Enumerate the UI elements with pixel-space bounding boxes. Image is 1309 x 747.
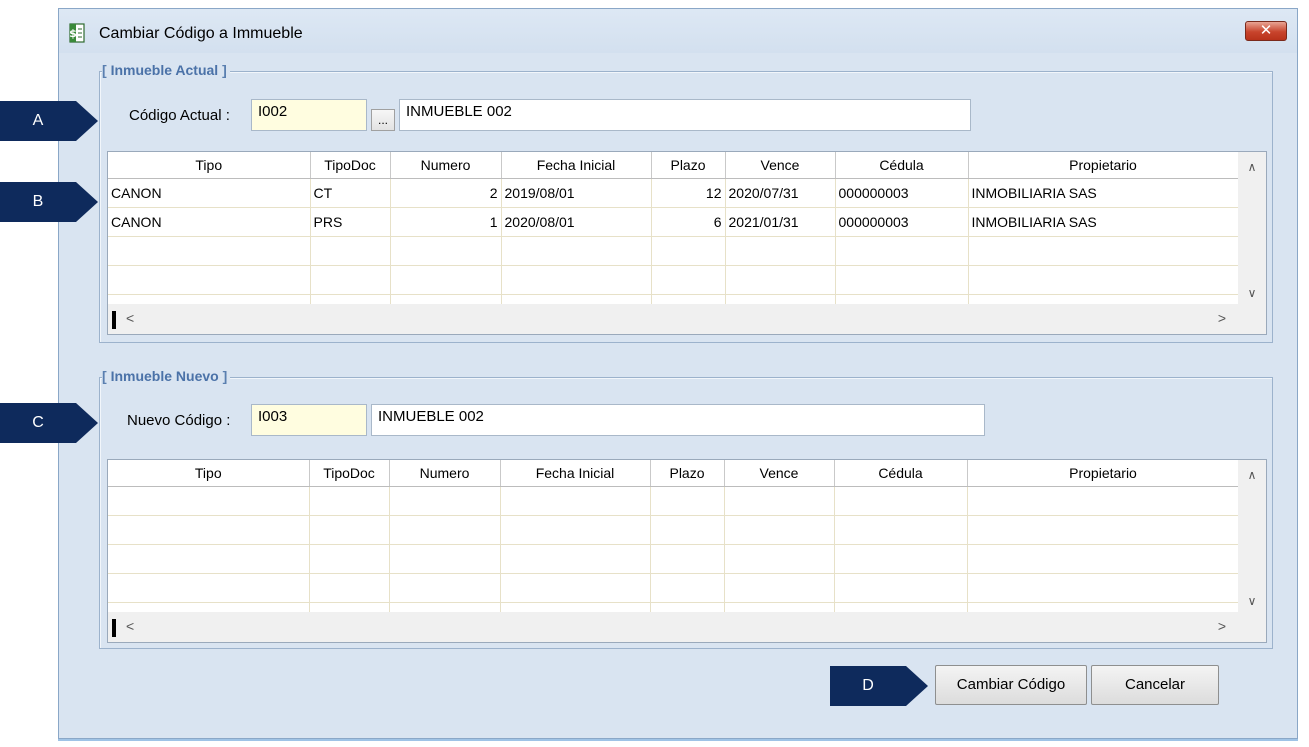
column-header[interactable]: TipoDoc — [309, 460, 390, 487]
cell-vence: 2021/01/31 — [725, 207, 836, 237]
new-code-label: Nuevo Código : — [127, 412, 231, 429]
empty-row[interactable] — [108, 544, 1240, 574]
cell-numero: 2 — [390, 178, 502, 208]
new-name-input[interactable]: INMUEBLE 002 — [371, 404, 985, 436]
column-header[interactable]: Propietario — [968, 152, 1239, 179]
column-header[interactable]: TipoDoc — [310, 152, 391, 179]
row-indicator — [112, 311, 116, 329]
empty-row[interactable] — [108, 265, 1239, 295]
column-header[interactable]: Tipo — [108, 460, 310, 487]
column-header[interactable]: Cédula — [835, 152, 969, 179]
cell-tipo: CANON — [108, 178, 311, 208]
column-header[interactable]: Fecha Inicial — [501, 152, 652, 179]
scroll-left-icon[interactable]: < — [126, 618, 134, 634]
vertical-scrollbar[interactable]: ∧ ∨ — [1238, 152, 1266, 304]
change-code-button[interactable]: Cambiar Código — [935, 665, 1087, 705]
current-name-input[interactable]: INMUEBLE 002 — [399, 99, 971, 131]
callout-c: C — [0, 403, 98, 443]
scroll-down-icon[interactable]: ∨ — [1238, 594, 1266, 608]
cell-plazo: 12 — [651, 178, 726, 208]
new-movements-grid[interactable]: Tipo TipoDoc Numero Fecha Inicial Plazo … — [107, 459, 1267, 643]
column-header[interactable]: Vence — [725, 152, 836, 179]
document-dollar-icon: $ — [69, 23, 85, 43]
new-grid-header: Tipo TipoDoc Numero Fecha Inicial Plazo … — [108, 460, 1240, 487]
current-grid-header: Tipo TipoDoc Numero Fecha Inicial Plazo … — [108, 152, 1239, 179]
close-button[interactable]: ✕ — [1245, 21, 1287, 41]
column-header[interactable]: Numero — [390, 152, 502, 179]
cancel-button[interactable]: Cancelar — [1091, 665, 1219, 705]
cell-fecha-inicial: 2019/08/01 — [501, 178, 652, 208]
cell-fecha-inicial: 2020/08/01 — [501, 207, 652, 237]
column-header[interactable]: Vence — [724, 460, 835, 487]
window-title: Cambiar Código a Immueble — [99, 25, 303, 42]
empty-row[interactable] — [108, 486, 1240, 516]
callout-d: D — [830, 666, 928, 706]
table-row[interactable]: CANON PRS 1 2020/08/01 6 2021/01/31 0000… — [108, 207, 1239, 237]
column-header[interactable]: Propietario — [967, 460, 1240, 487]
callout-a: A — [0, 101, 98, 141]
new-code-input[interactable]: I003 — [251, 404, 367, 436]
column-header[interactable]: Plazo — [650, 460, 725, 487]
scroll-right-icon[interactable]: > — [1218, 310, 1226, 326]
cell-numero: 1 — [390, 207, 502, 237]
column-header[interactable]: Numero — [389, 460, 501, 487]
scroll-up-icon[interactable]: ∧ — [1238, 160, 1266, 174]
table-row[interactable]: CANON CT 2 2019/08/01 12 2020/07/31 0000… — [108, 178, 1239, 208]
cell-tipodoc: CT — [310, 178, 391, 208]
new-grid-table: Tipo TipoDoc Numero Fecha Inicial Plazo … — [108, 460, 1240, 632]
empty-row[interactable] — [108, 573, 1240, 603]
column-header[interactable]: Plazo — [651, 152, 726, 179]
column-header[interactable]: Fecha Inicial — [500, 460, 651, 487]
scroll-right-icon[interactable]: > — [1218, 618, 1226, 634]
current-code-label: Código Actual : — [129, 107, 230, 124]
close-icon: ✕ — [1259, 21, 1273, 39]
column-header[interactable]: Cédula — [834, 460, 968, 487]
dialog-window: $ Cambiar Código a Immueble ✕ [ Inmueble… — [58, 8, 1298, 739]
row-indicator — [112, 619, 116, 637]
current-code-input[interactable]: I002 — [251, 99, 367, 131]
new-property-group-title: [ Inmueble Nuevo ] — [102, 368, 231, 384]
current-grid-table: Tipo TipoDoc Numero Fecha Inicial Plazo … — [108, 152, 1239, 324]
horizontal-scrollbar[interactable]: < > — [108, 612, 1266, 642]
empty-row[interactable] — [108, 236, 1239, 266]
callout-b: B — [0, 182, 98, 222]
cell-plazo: 6 — [651, 207, 726, 237]
current-property-group-title: [ Inmueble Actual ] — [102, 62, 230, 78]
column-header[interactable]: Tipo — [108, 152, 311, 179]
horizontal-scrollbar[interactable]: < > — [108, 304, 1266, 334]
current-movements-grid[interactable]: Tipo TipoDoc Numero Fecha Inicial Plazo … — [107, 151, 1267, 335]
scroll-up-icon[interactable]: ∧ — [1238, 468, 1266, 482]
scroll-left-icon[interactable]: < — [126, 310, 134, 326]
title-bar[interactable]: $ Cambiar Código a Immueble ✕ — [59, 9, 1297, 53]
cell-propietario: INMOBILIARIA SAS — [968, 178, 1239, 208]
scroll-down-icon[interactable]: ∨ — [1238, 286, 1266, 300]
cell-tipo: CANON — [108, 207, 311, 237]
svg-text:$: $ — [69, 27, 77, 40]
cell-cedula: 000000003 — [835, 178, 969, 208]
empty-row[interactable] — [108, 515, 1240, 545]
cell-vence: 2020/07/31 — [725, 178, 836, 208]
lookup-button[interactable]: ... — [371, 109, 395, 131]
cell-tipodoc: PRS — [310, 207, 391, 237]
cell-cedula: 000000003 — [835, 207, 969, 237]
vertical-scrollbar[interactable]: ∧ ∨ — [1238, 460, 1266, 612]
cell-propietario: INMOBILIARIA SAS — [968, 207, 1239, 237]
